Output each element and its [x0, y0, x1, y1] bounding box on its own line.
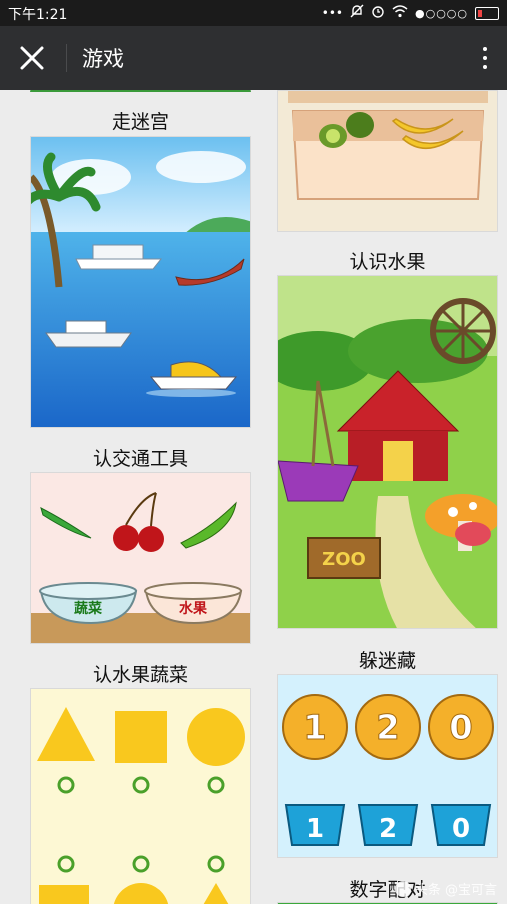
close-icon: [20, 46, 44, 70]
game-caption: 认交通工具: [92, 448, 188, 470]
game-grid[interactable]: 走迷宫 认识水果 ZOO 认交通工具 蔬菜 水果 躲迷藏 1 2 0 1 2 0…: [0, 90, 507, 904]
page-title: 游戏: [82, 47, 124, 71]
top-bar: 游戏: [0, 26, 507, 90]
battery-icon: [475, 6, 499, 20]
signal-strength-icon: ●○○○○: [415, 6, 468, 20]
number-cup: 0: [452, 814, 470, 844]
game-card-shapes[interactable]: [30, 688, 251, 904]
shapes-illustration: [31, 689, 250, 904]
vegetable-bowl-label: 蔬菜: [74, 600, 103, 617]
toutiao-logo-icon: [394, 880, 411, 897]
status-time: 下午1:21: [8, 7, 68, 23]
alarm-icon: [371, 4, 385, 22]
boats-illustration: [31, 137, 250, 427]
game-card-fruit-veg[interactable]: 蔬菜 水果: [30, 472, 251, 644]
zoo-illustration: ZOO: [278, 276, 497, 628]
game-caption: 认识水果: [349, 251, 426, 273]
fruit-veg-illustration: 蔬菜 水果: [31, 473, 250, 643]
zoo-sign-label: ZOO: [322, 549, 366, 570]
number-cup: 1: [306, 814, 324, 844]
numbers-illustration: 1 2 0 1 2 0: [278, 675, 497, 857]
more-dots-icon: •••: [321, 6, 343, 20]
fruit-drawer-illustration: [278, 91, 497, 231]
game-caption: 认水果蔬菜: [92, 664, 188, 686]
watermark-text: 头条 @宝可言: [414, 883, 497, 898]
more-options-button[interactable]: [471, 40, 499, 76]
number-ball: 2: [376, 708, 400, 748]
status-icons: ••• ●○○○○: [322, 4, 499, 22]
game-caption: 躲迷藏: [358, 650, 416, 672]
fruit-bowl-label: 水果: [179, 600, 208, 617]
more-dot-icon: [483, 47, 487, 51]
game-card-partial-top[interactable]: [30, 90, 251, 92]
number-ball: 1: [303, 708, 327, 748]
game-caption: 走迷宫: [111, 111, 169, 133]
game-card-boats[interactable]: [30, 136, 251, 428]
header-divider: [66, 44, 67, 72]
number-ball: 0: [449, 708, 473, 748]
close-button[interactable]: [14, 40, 50, 76]
game-card-numbers[interactable]: 1 2 0 1 2 0: [277, 674, 498, 858]
status-bar: 下午1:21 ••• ●○○○○: [0, 0, 507, 26]
wifi-icon: [392, 4, 408, 22]
game-card-zoo[interactable]: ZOO: [277, 275, 498, 629]
number-cup: 2: [379, 814, 397, 844]
watermark: 头条 @宝可言: [394, 879, 497, 898]
game-card-fruit-drawer[interactable]: [277, 90, 498, 232]
mute-bell-icon: [350, 4, 364, 22]
